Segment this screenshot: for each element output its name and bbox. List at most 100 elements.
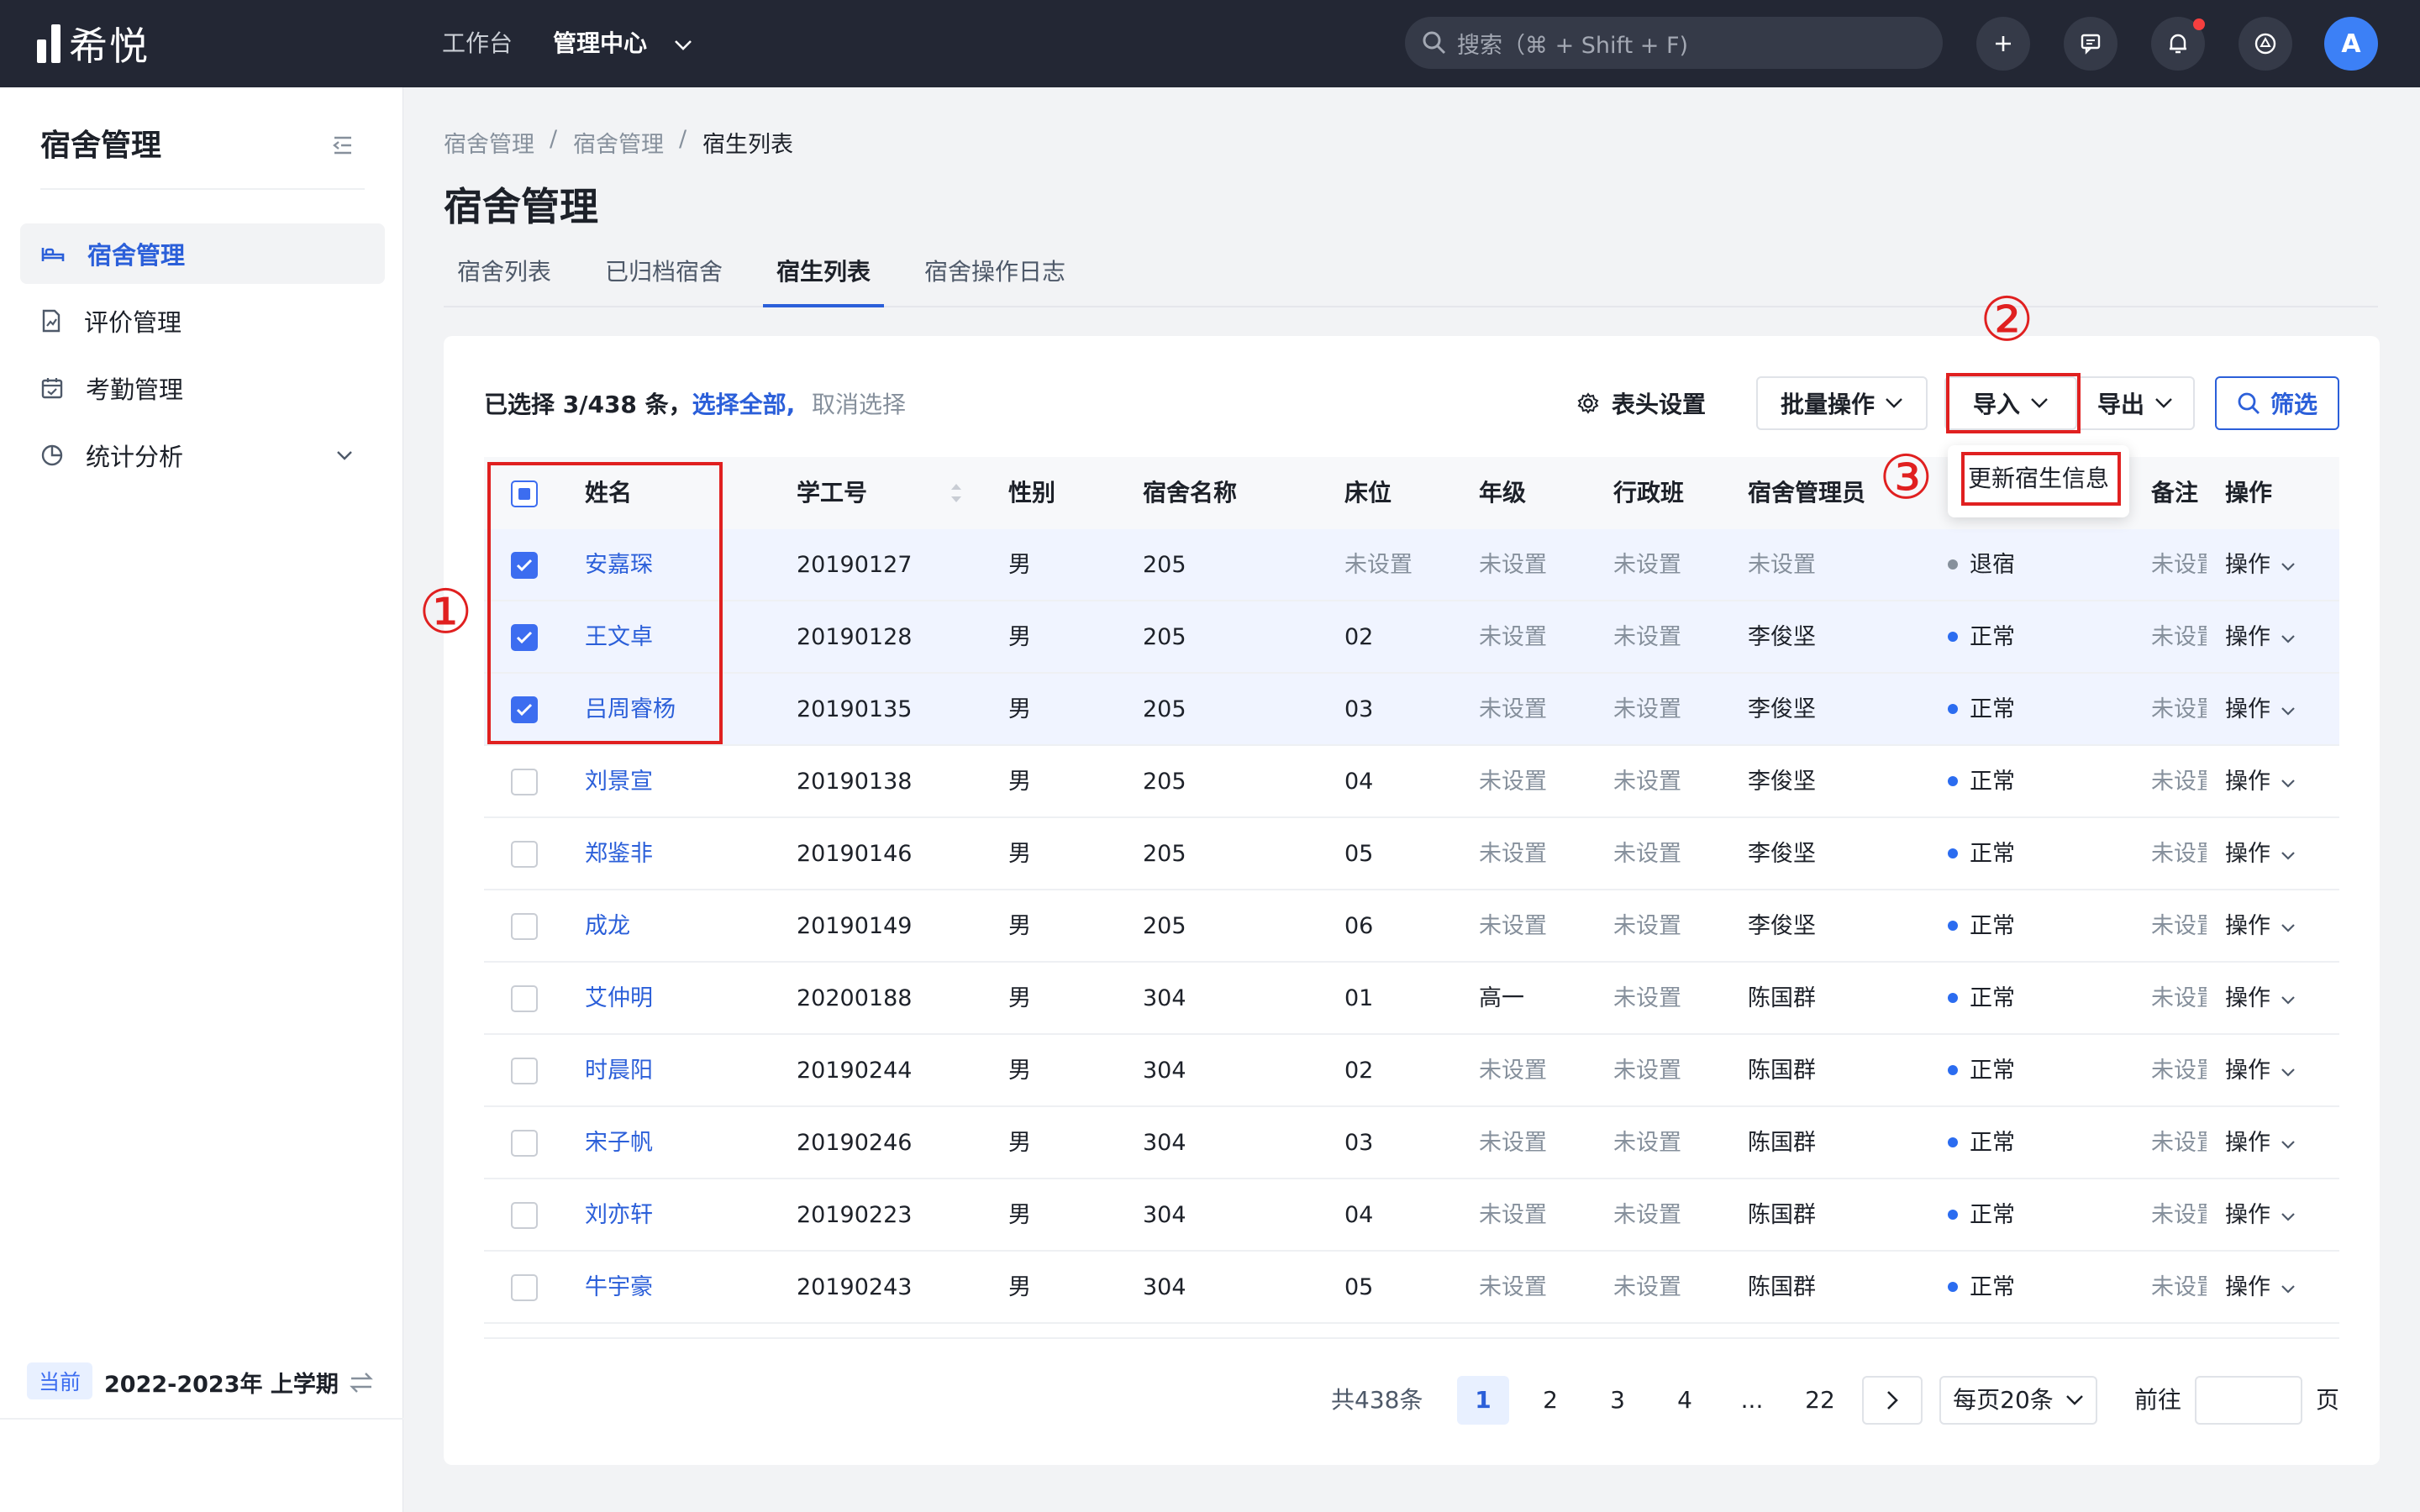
avatar[interactable]: A [2324, 17, 2378, 71]
sidebar-item-attendance[interactable]: 考勤管理 [20, 358, 385, 418]
apps-button[interactable] [2238, 17, 2292, 71]
table-row[interactable] [484, 601, 2339, 674]
tab-operation-log[interactable]: 宿舍操作日志 [924, 254, 1065, 287]
sort-icon[interactable] [950, 480, 963, 506]
cell-name[interactable]: 刘亦轩 [585, 1179, 653, 1252]
cell-dorm-name: 304 [1143, 1274, 1186, 1300]
page-button-current[interactable]: 1 [1457, 1376, 1509, 1425]
filter-button[interactable]: 筛选 [2215, 376, 2339, 430]
column-header-class: 行政班 [1613, 479, 1685, 507]
table-row[interactable] [484, 674, 2339, 746]
column-header-student-id[interactable]: 学工号 [797, 457, 867, 529]
select-all-link[interactable]: 选择全部, [692, 391, 796, 418]
row-checkbox[interactable] [511, 841, 538, 868]
breadcrumb-item[interactable]: 宿舍管理 [444, 126, 534, 159]
row-operation-dropdown[interactable]: 操作 [2225, 746, 2296, 818]
row-operation-dropdown[interactable]: 操作 [2225, 529, 2296, 601]
tab-resident-list[interactable]: 宿生列表 [776, 254, 871, 287]
table-row[interactable] [484, 890, 2339, 963]
cell-name[interactable]: 宋子帆 [585, 1107, 653, 1179]
page-size-select[interactable]: 每页20条 [1939, 1376, 2097, 1425]
table-row[interactable] [484, 1107, 2339, 1179]
cell-dorm-name: 205 [1143, 841, 1186, 867]
tab-dorm-list[interactable]: 宿舍列表 [457, 254, 551, 287]
row-operation-dropdown[interactable]: 操作 [2225, 1179, 2296, 1252]
row-checkbox[interactable] [511, 769, 538, 795]
page-button[interactable]: 3 [1591, 1376, 1644, 1425]
cell-bed: 未设置 [1344, 552, 1413, 578]
status-label: 正常 [1970, 1130, 2015, 1156]
cell-name[interactable]: 时晨阳 [585, 1035, 653, 1107]
page-ellipsis[interactable]: ... [1726, 1376, 1778, 1425]
breadcrumb-item[interactable]: 宿舍管理 [573, 126, 664, 159]
cell-class: 未设置 [1613, 1130, 1681, 1156]
cell-grade: 未设置 [1479, 552, 1547, 578]
row-checkbox[interactable] [511, 1274, 538, 1301]
row-operation-dropdown[interactable]: 操作 [2225, 1107, 2296, 1179]
operation-label: 操作 [2225, 1274, 2270, 1300]
search-input[interactable]: 搜索（⌘ + Shift + F) [1405, 17, 1943, 69]
row-checkbox[interactable] [511, 1202, 538, 1229]
row-operation-dropdown[interactable]: 操作 [2225, 963, 2296, 1035]
sidebar-item-statistics[interactable]: 统计分析 [20, 425, 385, 486]
table-row[interactable] [484, 746, 2339, 818]
row-operation-dropdown[interactable]: 操作 [2225, 674, 2296, 746]
term-label: 2022-2023年 上学期 [104, 1372, 339, 1398]
header-settings-button[interactable]: 表头设置 [1576, 383, 1706, 423]
column-header-note: 备注 [2151, 479, 2199, 507]
messages-button[interactable] [2064, 17, 2118, 71]
goto-page-input[interactable] [2195, 1376, 2302, 1425]
cell-dorm-admin: 陈国群 [1748, 1274, 1816, 1300]
sidebar-item-dorm-management[interactable]: 宿舍管理 [20, 223, 385, 284]
table-row[interactable] [484, 1252, 2339, 1324]
table-row[interactable] [484, 963, 2339, 1035]
row-operation-dropdown[interactable]: 操作 [2225, 890, 2296, 963]
row-operation-dropdown[interactable]: 操作 [2225, 1035, 2296, 1107]
sidebar-item-evaluation[interactable]: 评价管理 [20, 291, 385, 351]
row-operation-dropdown[interactable]: 操作 [2225, 818, 2296, 890]
batch-operations-button[interactable]: 批量操作 [1756, 376, 1928, 430]
row-operation-dropdown[interactable]: 操作 [2225, 601, 2296, 674]
cell-gender: 男 [1008, 1274, 1031, 1300]
table-row[interactable] [484, 1179, 2339, 1252]
app-logo[interactable]: 希悦 [37, 18, 150, 69]
row-checkbox[interactable] [511, 913, 538, 940]
cell-name[interactable]: 刘景宣 [585, 746, 653, 818]
cell-name[interactable]: 艾仲明 [585, 963, 653, 1035]
selection-count: 已选择 3/438 条， [484, 391, 692, 418]
tab-archived-dorms[interactable]: 已归档宿舍 [605, 254, 723, 287]
page-button[interactable]: 2 [1524, 1376, 1576, 1425]
chevron-down-icon [2281, 1213, 2295, 1221]
cell-name[interactable]: 牛宇豪 [585, 1252, 653, 1324]
status-label: 正常 [1970, 769, 2015, 795]
term-badge: 当前 [27, 1362, 92, 1399]
export-label: 导出 [2096, 391, 2144, 418]
chevron-down-icon [2155, 398, 2172, 408]
cell-dorm-admin: 李俊坚 [1748, 769, 1816, 795]
add-button[interactable] [1976, 17, 2030, 71]
table-row[interactable] [484, 1035, 2339, 1107]
page-button[interactable]: 22 [1793, 1376, 1847, 1425]
cell-note: 未设置 [2151, 841, 2207, 867]
page-button[interactable]: 4 [1659, 1376, 1711, 1425]
cancel-selection-link[interactable]: 取消选择 [812, 391, 906, 418]
switch-term-icon[interactable] [348, 1371, 375, 1394]
row-operation-dropdown[interactable]: 操作 [2225, 1252, 2296, 1324]
nav-workbench[interactable]: 工作台 [442, 0, 513, 87]
export-button[interactable]: 导出 [2077, 376, 2195, 430]
collapse-sidebar-icon[interactable] [331, 134, 355, 156]
nav-admin-center[interactable]: 管理中心 [553, 0, 692, 87]
cell-status: 正常 [1948, 890, 2015, 963]
next-page-button[interactable] [1862, 1376, 1923, 1425]
status-label: 正常 [1970, 841, 2015, 867]
row-checkbox[interactable] [511, 1130, 538, 1157]
row-checkbox[interactable] [511, 985, 538, 1012]
cell-class: 未设置 [1613, 841, 1681, 867]
status-dot [1948, 703, 1958, 714]
cell-name[interactable]: 成龙 [585, 890, 630, 963]
row-checkbox[interactable] [511, 1058, 538, 1084]
table-row[interactable] [484, 818, 2339, 890]
annotation-box-menu-item [1961, 452, 2121, 506]
cell-name[interactable]: 郑鉴非 [585, 818, 653, 890]
cell-status: 正常 [1948, 746, 2015, 818]
